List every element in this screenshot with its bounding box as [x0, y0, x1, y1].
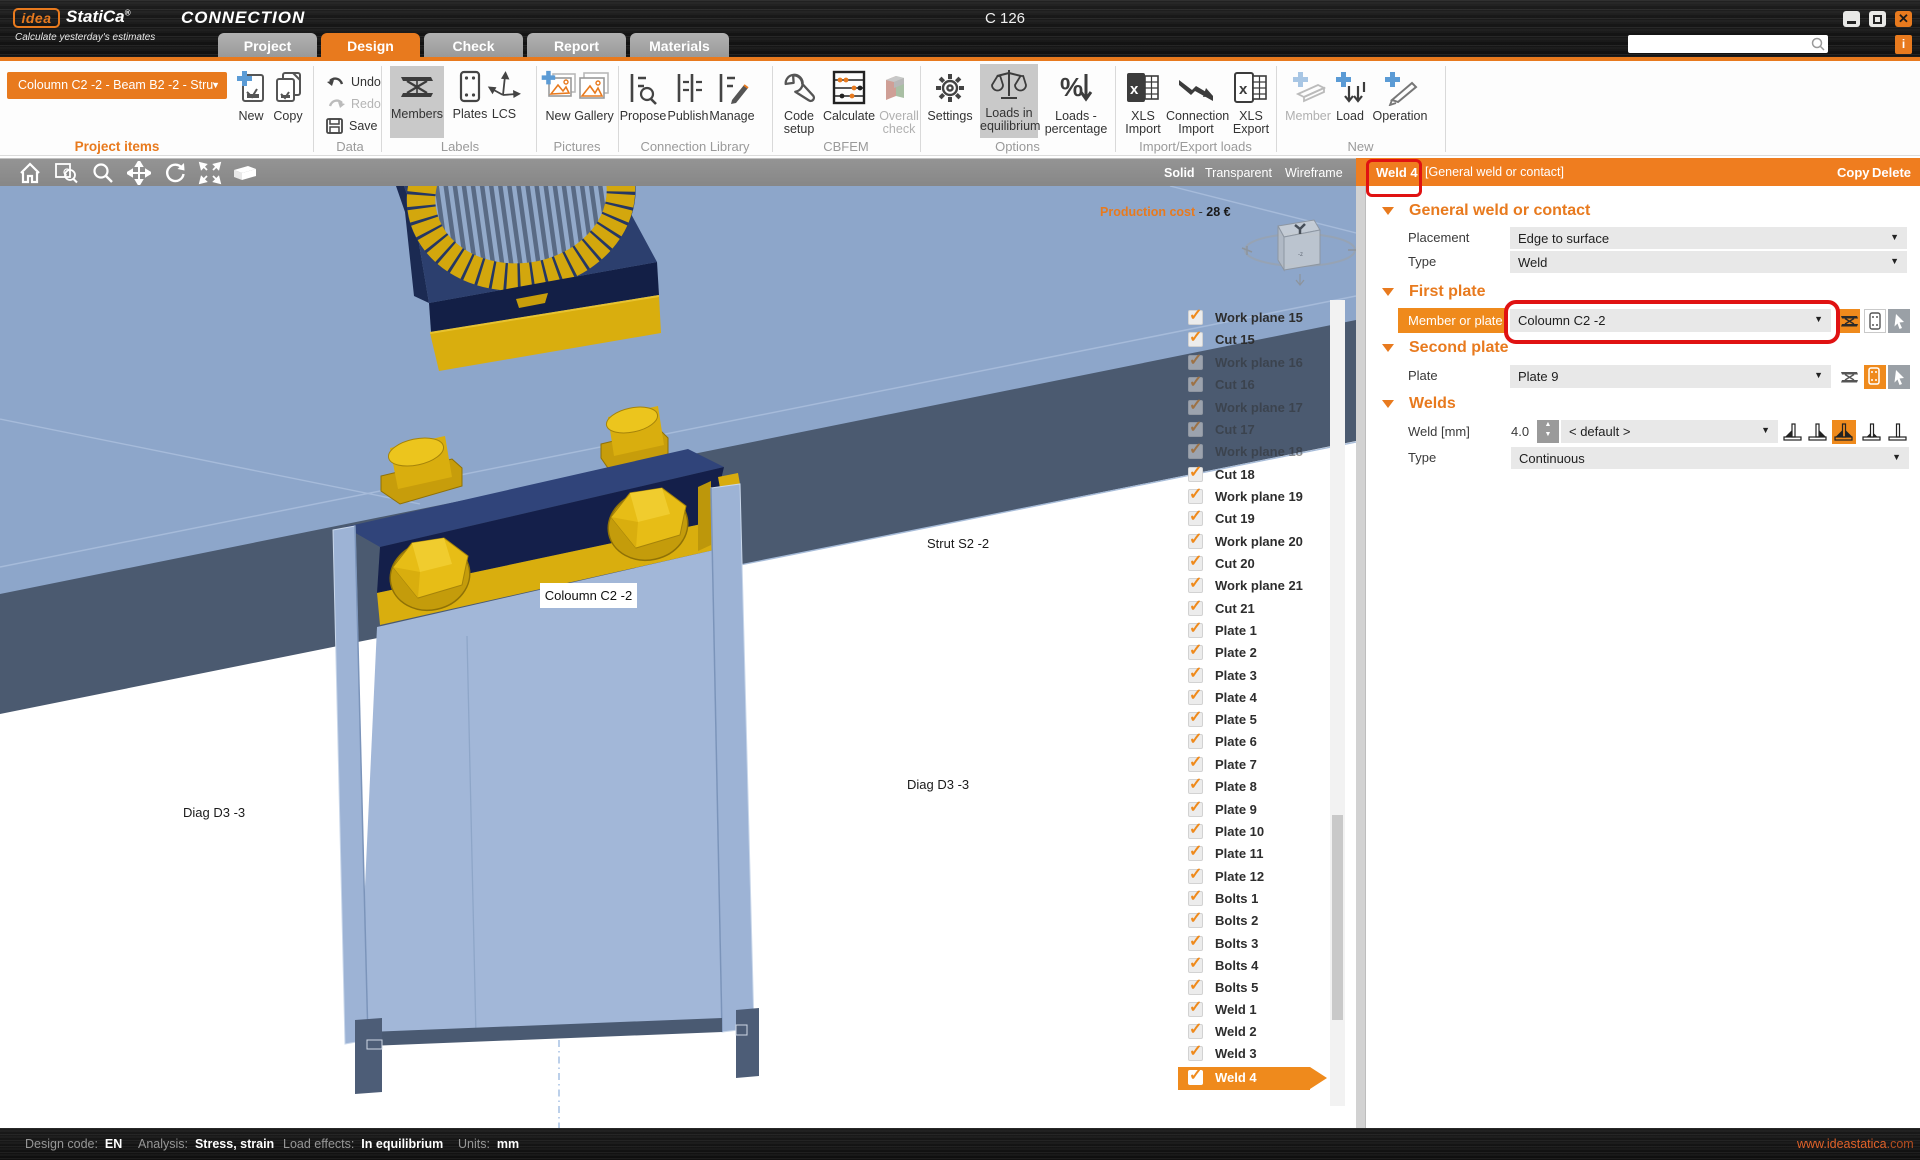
svg-text:x: x: [1130, 81, 1139, 98]
svg-text:%: %: [1060, 72, 1083, 102]
svg-text:x: x: [1239, 81, 1248, 98]
svg-text:-z: -z: [1298, 252, 1303, 258]
